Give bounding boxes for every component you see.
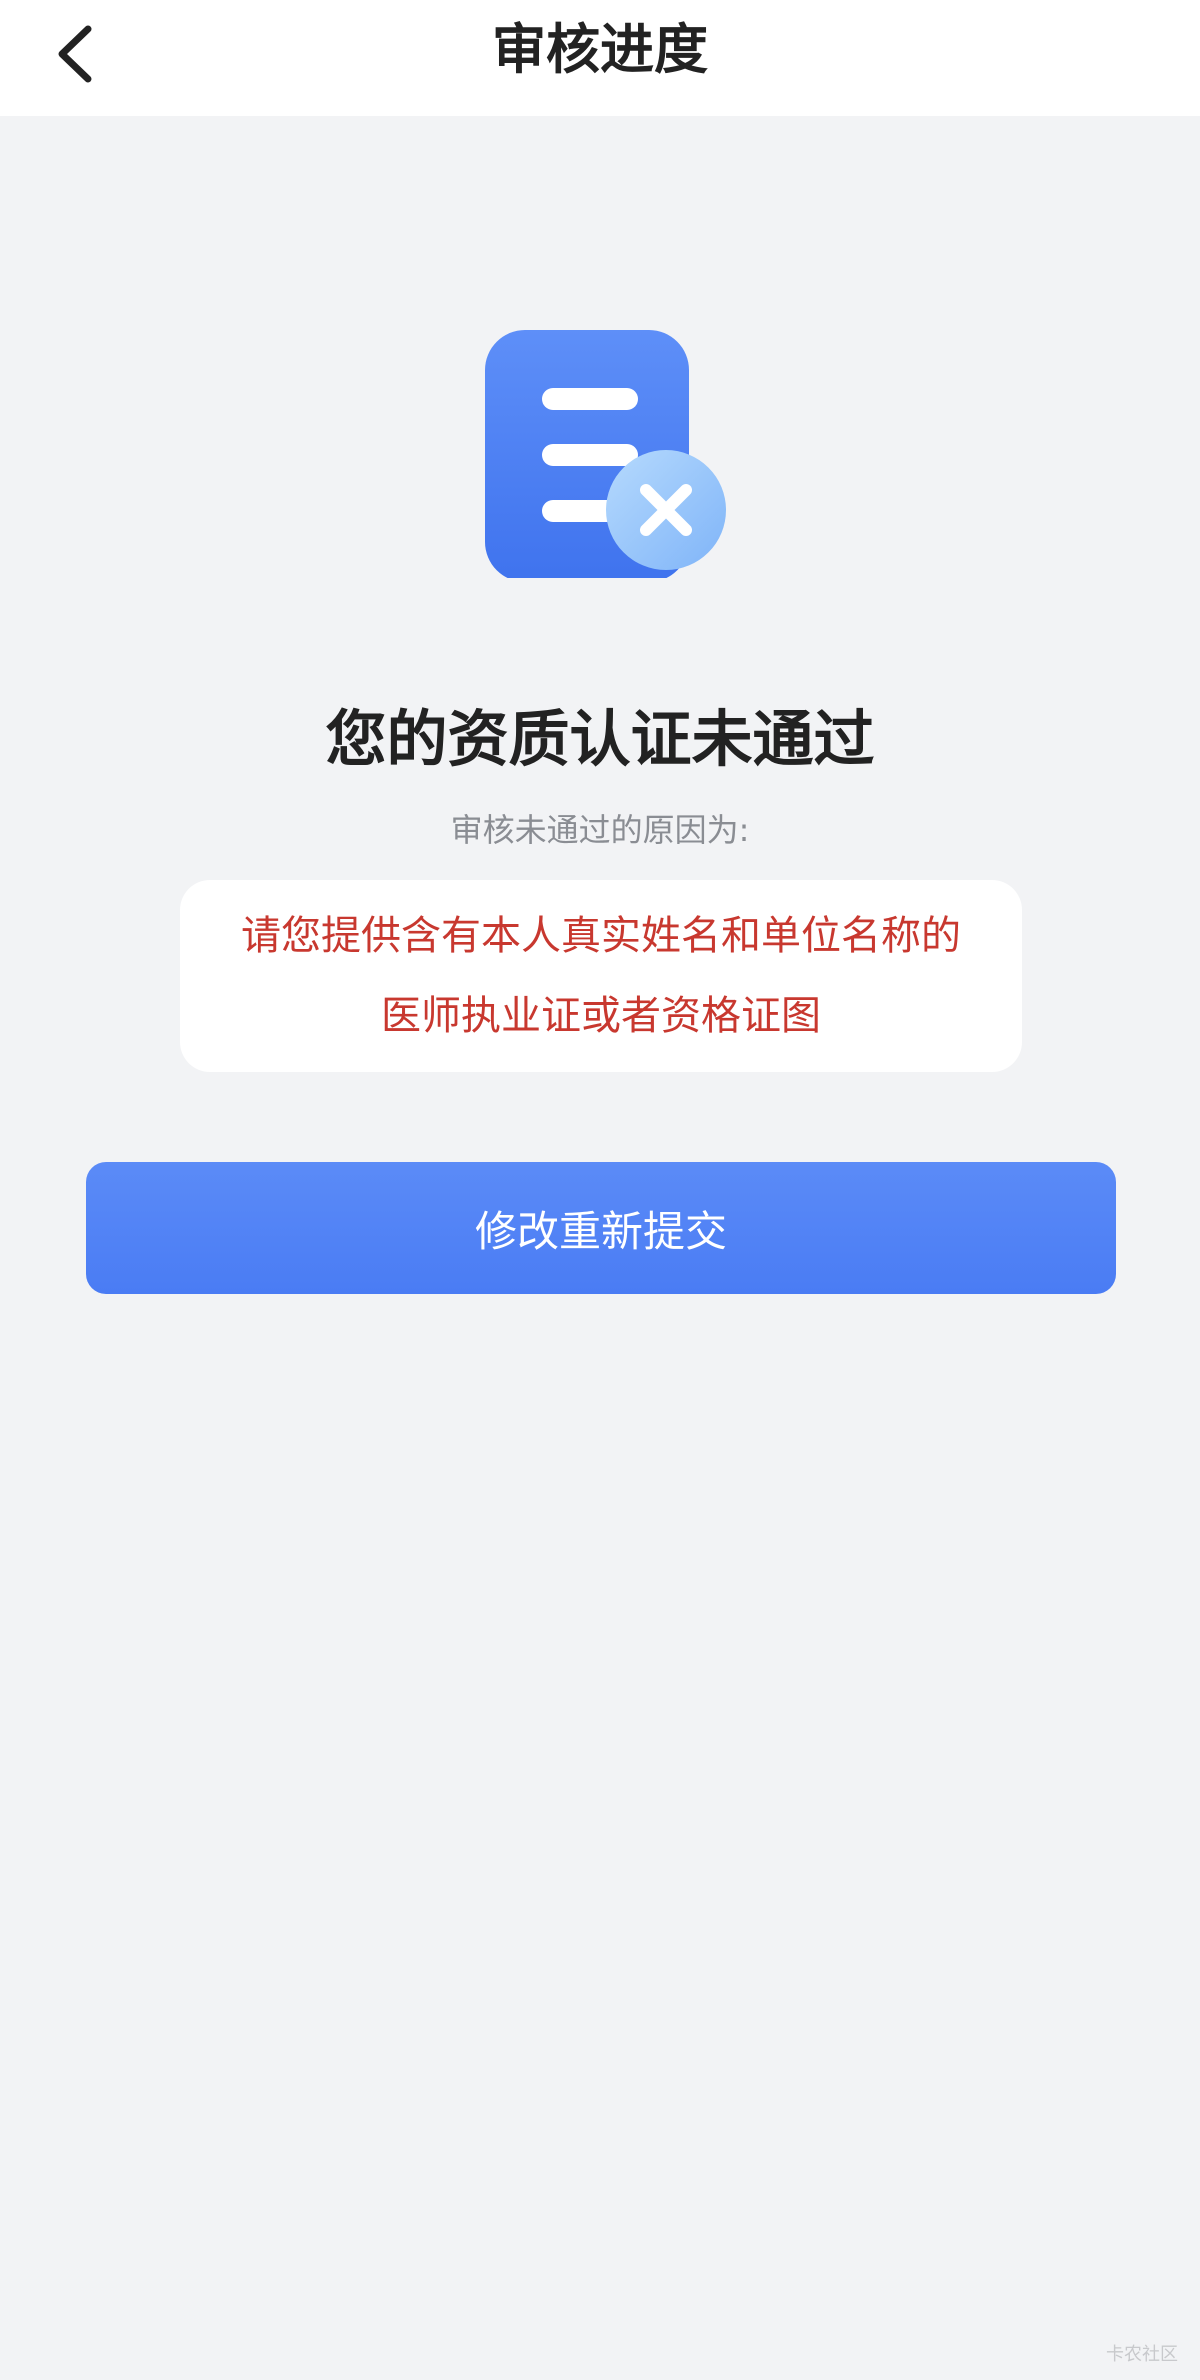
watermark: 卡农社区 xyxy=(1106,2344,1178,2365)
status-title: 您的资质认证未通过 xyxy=(325,704,875,775)
document-rejected-icon xyxy=(480,328,730,582)
reason-label: 审核未通过的原因为: xyxy=(450,811,750,849)
resubmit-button[interactable]: 修改重新提交 xyxy=(86,1162,1116,1294)
nav-bar: 审核进度 xyxy=(0,0,1200,116)
reason-text: 请您提供含有本人真实姓名和单位名称的医师执业证或者资格证图 xyxy=(241,913,961,1039)
page-title: 审核进度 xyxy=(492,18,708,81)
reason-card: 请您提供含有本人真实姓名和单位名称的医师执业证或者资格证图 xyxy=(180,880,1022,1072)
